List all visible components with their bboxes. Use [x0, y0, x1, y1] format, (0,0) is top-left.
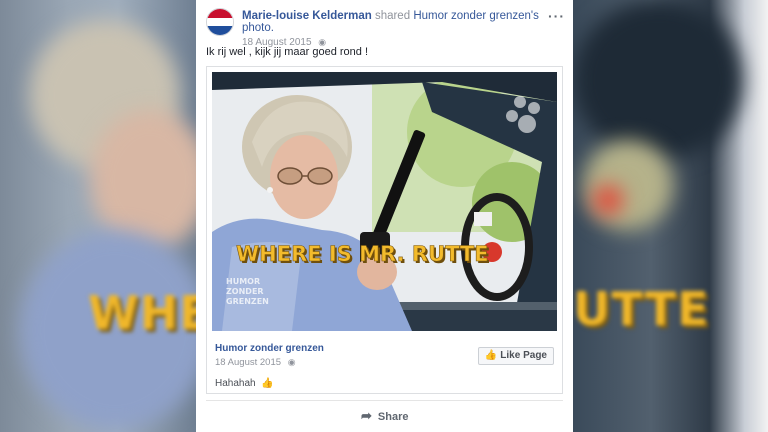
- share-arrow-icon: ➦: [361, 408, 372, 423]
- banner-text: WHERE IS MR. RUTTE: [236, 242, 489, 266]
- avatar[interactable]: [206, 8, 234, 36]
- more-options-icon[interactable]: ···: [548, 8, 565, 24]
- shared-post-date[interactable]: 18 August 2015: [215, 357, 281, 368]
- shared-post-text-value: Hahahah: [215, 378, 256, 389]
- share-button[interactable]: ➦ Share: [361, 407, 408, 425]
- like-page-button[interactable]: 👍 Like Page: [477, 347, 554, 365]
- blurred-light: [583, 140, 673, 230]
- blurred-banner-text-right: UTTE: [573, 282, 710, 336]
- like-page-label: Like Page: [500, 350, 547, 361]
- thumbs-up-icon: 👍: [484, 350, 498, 361]
- post-header-text: Marie-louise Kelderman shared Humor zond…: [242, 10, 539, 48]
- actions-divider: [206, 400, 563, 401]
- watermark-line-1: HUMOR: [226, 277, 260, 286]
- blurred-background-right: UTTE: [573, 0, 768, 432]
- shared-label: shared: [374, 10, 411, 22]
- shared-post-text: Hahahah 👍: [215, 378, 552, 389]
- globe-icon: ◉: [287, 357, 296, 367]
- blurred-banner-text: WHE: [88, 286, 196, 340]
- blurred-face: [90, 110, 196, 250]
- share-label: Share: [377, 411, 409, 423]
- author-link[interactable]: Marie-louise Kelderman: [242, 10, 372, 22]
- blurred-car-frame: [573, 0, 743, 160]
- photo-illustration: HUMOR ZONDER GRENZEN WHERE IS MR. RUTTE …: [212, 72, 557, 331]
- post-card: Marie-louise Kelderman shared Humor zond…: [196, 0, 573, 432]
- watermark-line-2: ZONDER: [226, 287, 264, 296]
- shared-photo[interactable]: HUMOR ZONDER GRENZEN WHERE IS MR. RUTTE …: [212, 72, 557, 331]
- blurred-red-dot: [593, 185, 623, 215]
- thumbs-up-emoji-icon: 👍: [261, 378, 274, 389]
- shared-post-frame: HUMOR ZONDER GRENZEN WHERE IS MR. RUTTE …: [206, 66, 563, 394]
- blurred-background-left: WHE: [0, 0, 196, 432]
- post-header: Marie-louise Kelderman shared Humor zond…: [206, 8, 565, 48]
- post-caption: Ik rij wel , kijk jij maar goed rond !: [206, 46, 368, 58]
- watermark-line-3: GRENZEN: [226, 297, 269, 306]
